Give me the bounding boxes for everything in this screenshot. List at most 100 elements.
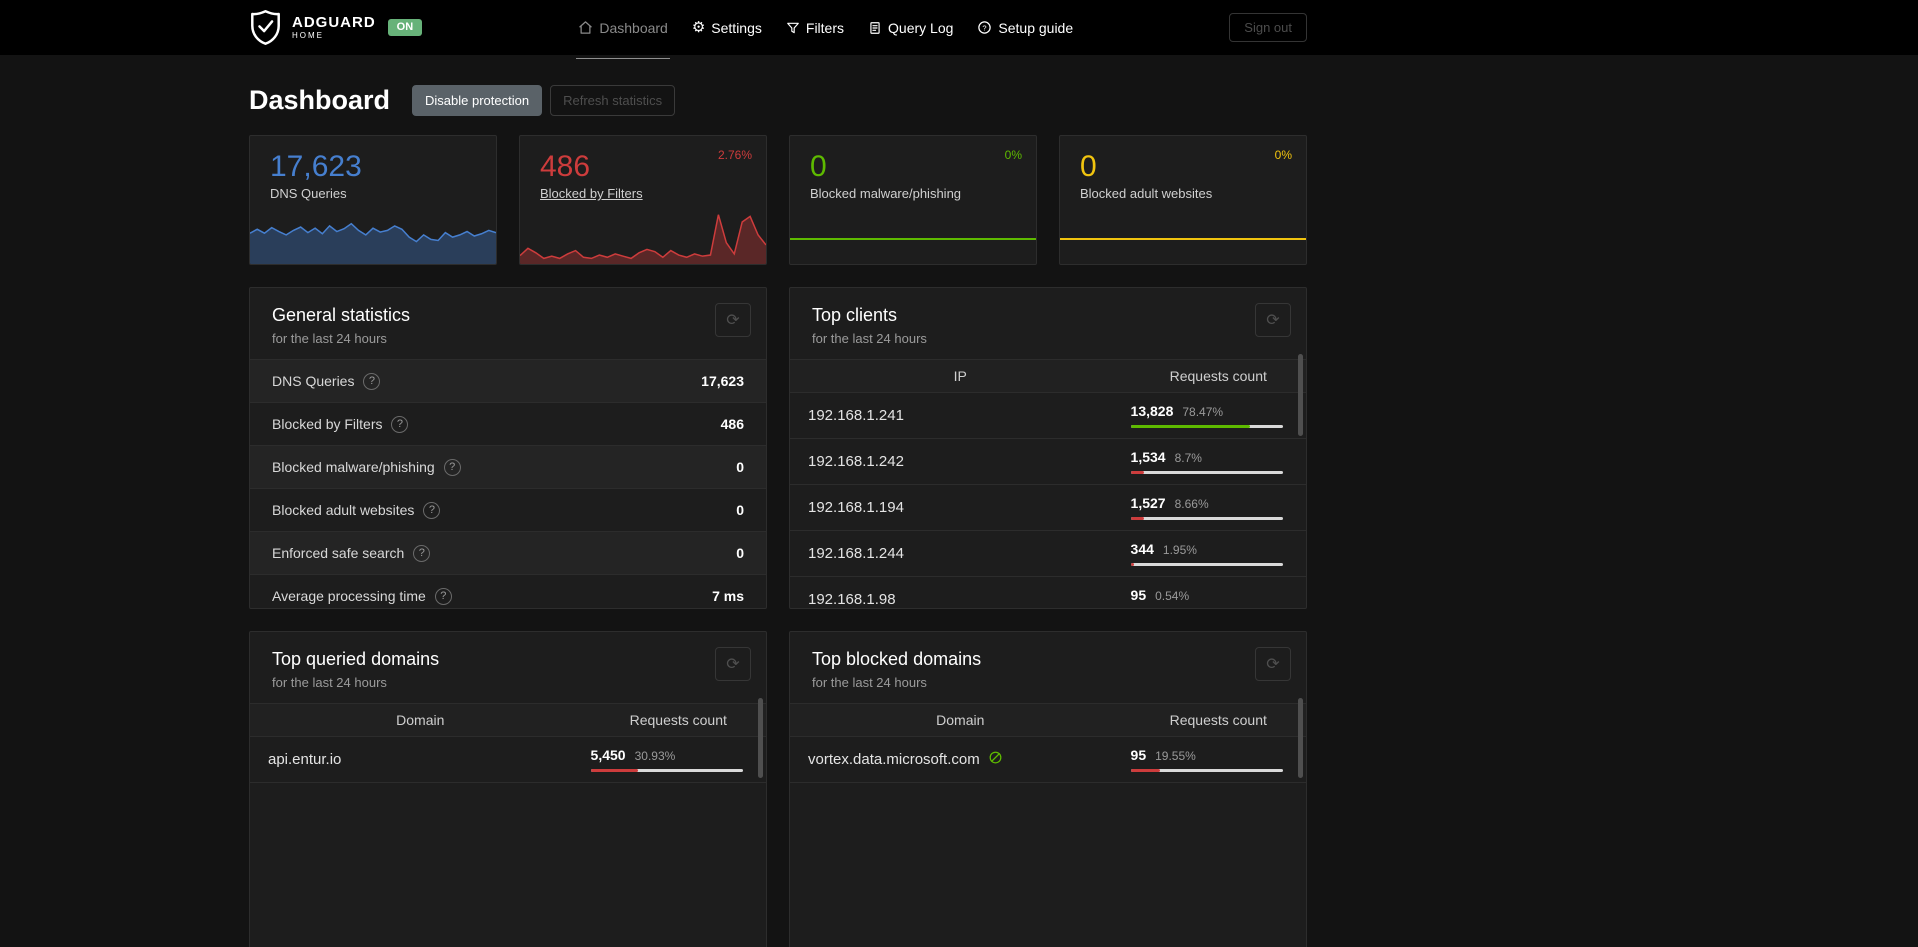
- main-nav: Dashboard ⚙ Settings Filters Query Log ?…: [576, 16, 1073, 59]
- stat-card-dns-queries: 17,623 DNS Queries: [249, 135, 497, 265]
- question-circle-icon: ?: [977, 20, 992, 35]
- table-row: 192.168.1.242 1,534 8.7%: [790, 439, 1306, 485]
- stat-label: Blocked malware/phishing: [810, 186, 962, 201]
- requests-count: 1,534: [1130, 449, 1166, 465]
- card-subtitle: for the last 24 hours: [812, 331, 927, 346]
- requests-percent: 8.7%: [1174, 451, 1202, 465]
- adult-flatline: [1060, 238, 1306, 240]
- nav-item-dashboard[interactable]: Dashboard: [576, 16, 670, 59]
- refresh-card-button[interactable]: ⟳: [1255, 303, 1291, 337]
- help-icon[interactable]: ?: [434, 587, 452, 605]
- requests-percent: 19.55%: [1155, 749, 1196, 763]
- nav-item-query-log[interactable]: Query Log: [868, 17, 953, 39]
- requests-count: 5,450: [590, 747, 626, 763]
- help-icon[interactable]: ?: [391, 415, 409, 433]
- domain-name: api.entur.io: [268, 751, 342, 768]
- requests-percent: 1.95%: [1162, 543, 1197, 557]
- progress-fill: [1130, 471, 1144, 474]
- general-statistics-card: General statistics for the last 24 hours…: [249, 287, 767, 609]
- nav-item-label: Settings: [711, 19, 762, 36]
- column-header-requests: Requests count: [1169, 368, 1267, 384]
- blocked-by-filters-link[interactable]: Blocked by Filters: [540, 186, 766, 201]
- disable-protection-button[interactable]: Disable protection: [412, 84, 543, 116]
- table-row: api.entur.io 5,450 30.93%: [250, 737, 766, 783]
- adguard-logo-icon: [249, 9, 282, 46]
- client-ip: 192.168.1.98: [808, 591, 896, 608]
- middle-row: General statistics for the last 24 hours…: [249, 287, 1307, 609]
- nav-item-settings[interactable]: ⚙ Settings: [692, 16, 762, 39]
- nav-item-label: Setup guide: [998, 19, 1074, 36]
- help-icon[interactable]: ?: [363, 372, 381, 390]
- stat-percent: 0%: [1274, 148, 1292, 162]
- scrollbar-thumb[interactable]: [758, 698, 763, 778]
- progress-fill: [1130, 769, 1161, 772]
- progress-fill: [590, 769, 638, 772]
- domain-name: vortex.data.microsoft.com: [808, 751, 980, 768]
- table-row: 192.168.1.244 344 1.95%: [790, 531, 1306, 577]
- brand-title: ADGUARD: [292, 14, 376, 31]
- top-queried-domains-card: Top queried domains for the last 24 hour…: [249, 631, 767, 947]
- progress-fill: [1130, 425, 1250, 428]
- gear-icon: ⚙: [691, 19, 706, 36]
- stat-label: Blocked adult websites: [1080, 186, 1213, 201]
- refresh-statistics-button[interactable]: Refresh statistics: [550, 84, 676, 116]
- progress-track: [1130, 471, 1283, 474]
- nav-item-label: Query Log: [888, 19, 954, 36]
- statistic-label: DNS Queries: [272, 373, 355, 389]
- requests-percent: 8.66%: [1174, 497, 1209, 511]
- stat-label: DNS Queries: [270, 186, 347, 201]
- requests-count: 95: [1130, 747, 1147, 763]
- refresh-card-button[interactable]: ⟳: [1255, 647, 1291, 681]
- statistics-row: Blocked malware/phishing ? 0: [250, 445, 766, 488]
- statistics-row: Enforced safe search ? 0: [250, 531, 766, 574]
- card-subtitle: for the last 24 hours: [272, 331, 387, 346]
- protection-status-badge: ON: [387, 19, 423, 36]
- progress-track: [1130, 563, 1283, 566]
- scrollbar-thumb[interactable]: [1298, 698, 1303, 778]
- document-icon: [868, 21, 882, 35]
- stat-value: 0: [1080, 150, 1097, 183]
- scrollbar-thumb[interactable]: [1298, 354, 1303, 436]
- stat-percent: 2.76%: [717, 148, 752, 162]
- table-row: 192.168.1.194 1,527 8.66%: [790, 485, 1306, 531]
- statistics-row: Blocked adult websites ? 0: [250, 488, 766, 531]
- top-blocked-domains-table: vortex.data.microsoft.com 95 19.55%: [790, 737, 1306, 783]
- brand[interactable]: ADGUARD HOME ON: [249, 9, 423, 46]
- progress-track: [1130, 425, 1283, 428]
- progress-track: [1130, 769, 1283, 772]
- svg-text:?: ?: [983, 23, 987, 32]
- statistic-label: Enforced safe search: [272, 545, 405, 561]
- statistic-value: 0: [736, 545, 744, 561]
- stat-cards-row: 17,623 DNS Queries 486 Blocked by Filter…: [249, 135, 1307, 265]
- main-content: Dashboard Disable protection Refresh sta…: [249, 81, 1307, 947]
- requests-count: 95: [1130, 587, 1147, 603]
- top-clients-table: 192.168.1.241 13,828 78.47% 192.168.1.24…: [790, 393, 1306, 608]
- client-ip: 192.168.1.194: [808, 499, 904, 516]
- nav-item-setup-guide[interactable]: ? Setup guide: [977, 16, 1073, 39]
- card-title: General statistics: [272, 305, 411, 325]
- refresh-card-button[interactable]: ⟳: [715, 303, 751, 337]
- refresh-card-button[interactable]: ⟳: [715, 647, 751, 681]
- help-icon[interactable]: ?: [443, 458, 461, 476]
- client-ip: 192.168.1.242: [808, 453, 904, 470]
- sign-out-button[interactable]: Sign out: [1229, 13, 1307, 42]
- client-ip: 192.168.1.241: [808, 407, 904, 424]
- progress-track: [590, 769, 743, 772]
- statistic-label: Blocked adult websites: [272, 502, 415, 518]
- statistics-row: Average processing time ? 7 ms: [250, 574, 766, 608]
- navbar: ADGUARD HOME ON Dashboard ⚙ Settings Fil…: [0, 0, 1918, 59]
- page-header: Dashboard Disable protection Refresh sta…: [249, 81, 1307, 119]
- nav-item-label: Filters: [805, 19, 845, 36]
- help-icon[interactable]: ?: [413, 544, 431, 562]
- client-ip: 192.168.1.244: [808, 545, 904, 562]
- column-header-requests: Requests count: [1169, 712, 1267, 728]
- nav-item-filters[interactable]: Filters: [786, 17, 844, 39]
- card-subtitle: for the last 24 hours: [272, 675, 387, 690]
- statistics-row: DNS Queries ? 17,623: [250, 359, 766, 402]
- stat-card-blocked-adult: 0 Blocked adult websites 0%: [1059, 135, 1307, 265]
- card-title: Top clients: [812, 305, 898, 325]
- help-icon[interactable]: ?: [423, 501, 441, 519]
- brand-subtitle: HOME: [292, 31, 324, 40]
- top-blocked-domains-card: Top blocked domains for the last 24 hour…: [789, 631, 1307, 947]
- table-header: IP Requests count: [790, 359, 1306, 393]
